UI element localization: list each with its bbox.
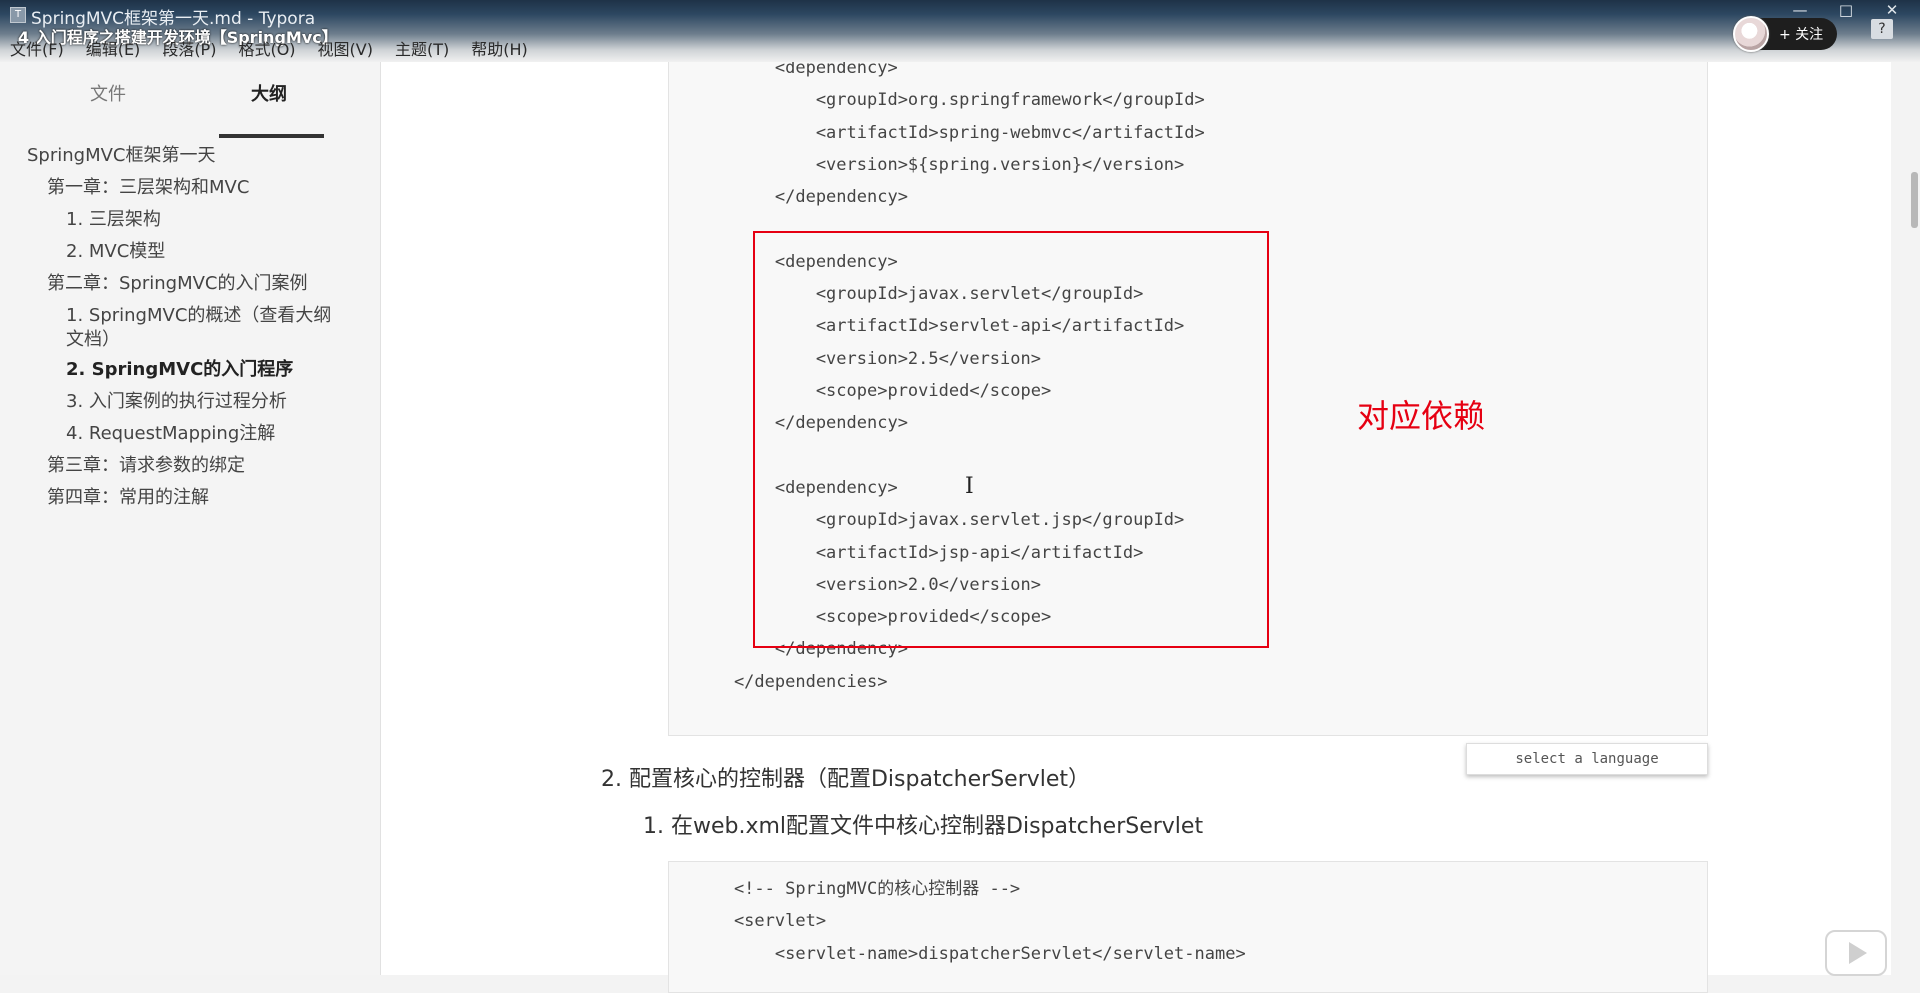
- tab-outline[interactable]: 大纲: [251, 80, 287, 106]
- outline-item[interactable]: 1. 三层架构: [66, 208, 161, 232]
- tab-files[interactable]: 文件: [90, 80, 126, 106]
- play-icon[interactable]: [1825, 930, 1887, 976]
- sidebar: 文件 大纲 SpringMVC框架第一天第一章：三层架构和MVC 1. 三层架构 2…: [0, 62, 381, 975]
- code-line: <servlet>: [693, 911, 827, 932]
- vertical-scrollbar[interactable]: [1891, 62, 1920, 975]
- avatar[interactable]: [1733, 16, 1769, 52]
- outline-item[interactable]: 文档）: [66, 328, 120, 352]
- code-line: <!-- SpringMVC的核心控制器 -->: [693, 879, 1021, 899]
- language-select[interactable]: select a language: [1466, 743, 1708, 775]
- sidebar-tabs: 文件 大纲: [0, 80, 380, 138]
- code-block-servlet[interactable]: <!-- SpringMVC的核心控制器 --> <servlet> <serv…: [668, 861, 1708, 993]
- outline-item[interactable]: SpringMVC框架第一天: [27, 144, 216, 168]
- menubar: 文件(F) 编辑(E) 段落(P) 格式(O) 视图(V) 主题(T) 帮助(H): [10, 36, 550, 60]
- maximize-icon[interactable]: □: [1836, 2, 1856, 18]
- help-icon[interactable]: ?: [1871, 19, 1893, 39]
- code-line: </dependencies>: [693, 671, 888, 692]
- outline-item[interactable]: 4. RequestMapping注解: [66, 422, 275, 446]
- code-line: <version>${spring.version}</version>: [693, 154, 1185, 175]
- code-line: <artifactId>spring-webmvc</artifactId>: [693, 122, 1205, 143]
- menu-item[interactable]: 帮助(H): [471, 36, 528, 60]
- menu-item[interactable]: 主题(T): [395, 36, 449, 60]
- scroll-thumb[interactable]: [1911, 172, 1918, 228]
- code-line: <servlet-name>dispatcherServlet</servlet…: [693, 943, 1246, 964]
- close-icon[interactable]: ✕: [1882, 2, 1902, 18]
- paragraph-step2-1[interactable]: 1. 在web.xml配置文件中核心控制器DispatcherServlet: [643, 808, 1203, 840]
- outline-item[interactable]: 第四章：常用的注解: [47, 486, 209, 510]
- title-bar: T SpringMVC框架第一天.md - Typora 4 入门程序之搭建开发…: [0, 0, 1920, 62]
- code-line: </dependency>: [693, 187, 908, 208]
- menu-item[interactable]: 段落(P): [162, 36, 216, 60]
- typora-app-icon: T: [10, 7, 26, 23]
- outline-item[interactable]: 2. MVC模型: [66, 240, 165, 264]
- outline-item[interactable]: 第二章：SpringMVC的入门案例: [47, 272, 308, 296]
- follow-widget: + 关注: [1733, 16, 1838, 52]
- outline-item[interactable]: 2. SpringMVC的入门程序: [66, 358, 293, 382]
- code-line: <groupId>org.springframework</groupId>: [693, 90, 1205, 111]
- editor[interactable]: <dependency> <groupId>org.springframewor…: [381, 52, 1891, 993]
- annotation-label: 对应依赖: [1357, 397, 1486, 435]
- menu-item[interactable]: 文件(F): [10, 36, 64, 60]
- menu-item[interactable]: 编辑(E): [86, 36, 141, 60]
- follow-button[interactable]: + 关注: [1759, 18, 1838, 50]
- outline-item[interactable]: 第三章：请求参数的绑定: [47, 454, 245, 478]
- text-cursor-icon: I: [965, 474, 974, 499]
- outline-item[interactable]: 第一章：三层架构和MVC: [47, 176, 249, 200]
- active-tab-indicator: [219, 134, 324, 138]
- paragraph-step2[interactable]: 2. 配置核心的控制器（配置DispatcherServlet）: [601, 761, 1090, 793]
- highlight-rectangle: [753, 231, 1269, 648]
- outline-item[interactable]: 3. 入门案例的执行过程分析: [66, 390, 287, 414]
- menu-item[interactable]: 格式(O): [238, 36, 295, 60]
- menu-item[interactable]: 视图(V): [318, 36, 373, 60]
- outline-item[interactable]: 1. SpringMVC的概述（查看大纲: [66, 304, 331, 328]
